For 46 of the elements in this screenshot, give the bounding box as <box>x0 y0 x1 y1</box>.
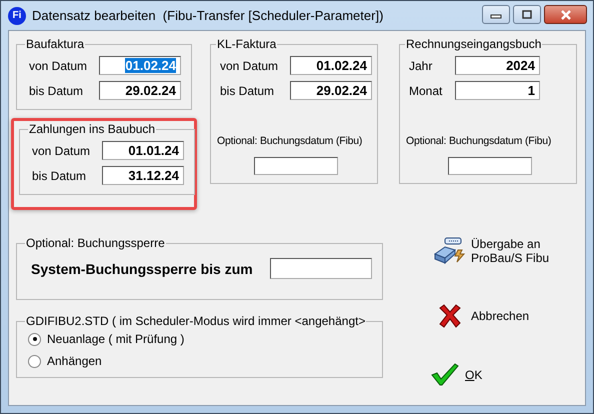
field-label: bis Datum <box>29 84 84 98</box>
date-field[interactable] <box>270 258 372 279</box>
radio-button[interactable] <box>28 332 41 346</box>
transfer-button[interactable]: Übergabe an ProBau/S Fibu <box>471 237 550 265</box>
date-field[interactable]: 31.12.24 <box>102 166 184 185</box>
group-title: Zahlungen ins Baubuch <box>28 122 156 136</box>
input-field[interactable]: 1 <box>455 81 540 100</box>
group-title: Rechnungseingangsbuch <box>405 37 542 51</box>
maximize-button[interactable] <box>513 5 541 24</box>
group-title: GDIFIBU2.STD ( im Scheduler-Modus wird immer <angehängt> <box>25 314 366 328</box>
app-logo-icon: Fi <box>8 6 26 24</box>
maximize-icon <box>521 10 533 20</box>
radio-button[interactable] <box>28 354 41 368</box>
close-icon <box>560 10 572 20</box>
input-field[interactable]: 29.02.24 <box>290 81 372 100</box>
cross-icon <box>437 303 463 329</box>
radio-option[interactable]: Anhängen <box>28 350 372 372</box>
minimize-button[interactable] <box>482 5 510 24</box>
radio-label: Neuanlage ( mit Prüfung ) <box>47 332 184 346</box>
radio-label: Anhängen <box>47 354 102 368</box>
field-label: System-Buchungssperre bis zum <box>31 260 253 276</box>
input-field[interactable]: 2024 <box>455 56 540 75</box>
field-label: von Datum <box>32 144 90 158</box>
window-title: Datensatz bearbeiten (Fibu-Transfer [Scheduler-Parameter]) <box>32 8 384 23</box>
group-title: KL-Faktura <box>216 37 278 51</box>
date-field[interactable]: 29.02.24 <box>99 81 181 100</box>
field-label: Optional: Buchungsdatum (Fibu) <box>406 135 552 147</box>
group-title: Baufaktura <box>25 37 86 51</box>
date-field[interactable]: 01.02.24 <box>99 56 181 75</box>
field-label: bis Datum <box>220 84 274 98</box>
field-label: von Datum <box>220 58 278 72</box>
group-title: Optional: Buchungssperre <box>25 236 166 250</box>
field-label: Jahr <box>409 58 434 72</box>
field-label: Optional: Buchungsdatum (Fibu) <box>217 135 364 147</box>
ok-button[interactable]: OK <box>465 368 482 382</box>
input-field[interactable]: 01.02.24 <box>290 56 372 75</box>
field-label: Monat <box>409 84 444 98</box>
cancel-button[interactable]: Abbrechen <box>471 309 530 323</box>
input-field[interactable] <box>254 157 338 175</box>
field-label: bis Datum <box>32 168 86 182</box>
radio-option[interactable]: Neuanlage ( mit Prüfung ) <box>28 328 372 350</box>
field-label: von Datum <box>29 58 88 72</box>
close-button[interactable] <box>544 5 587 24</box>
date-field[interactable]: 01.01.24 <box>102 141 184 160</box>
checkmark-icon <box>431 363 459 387</box>
input-field[interactable] <box>448 157 532 175</box>
